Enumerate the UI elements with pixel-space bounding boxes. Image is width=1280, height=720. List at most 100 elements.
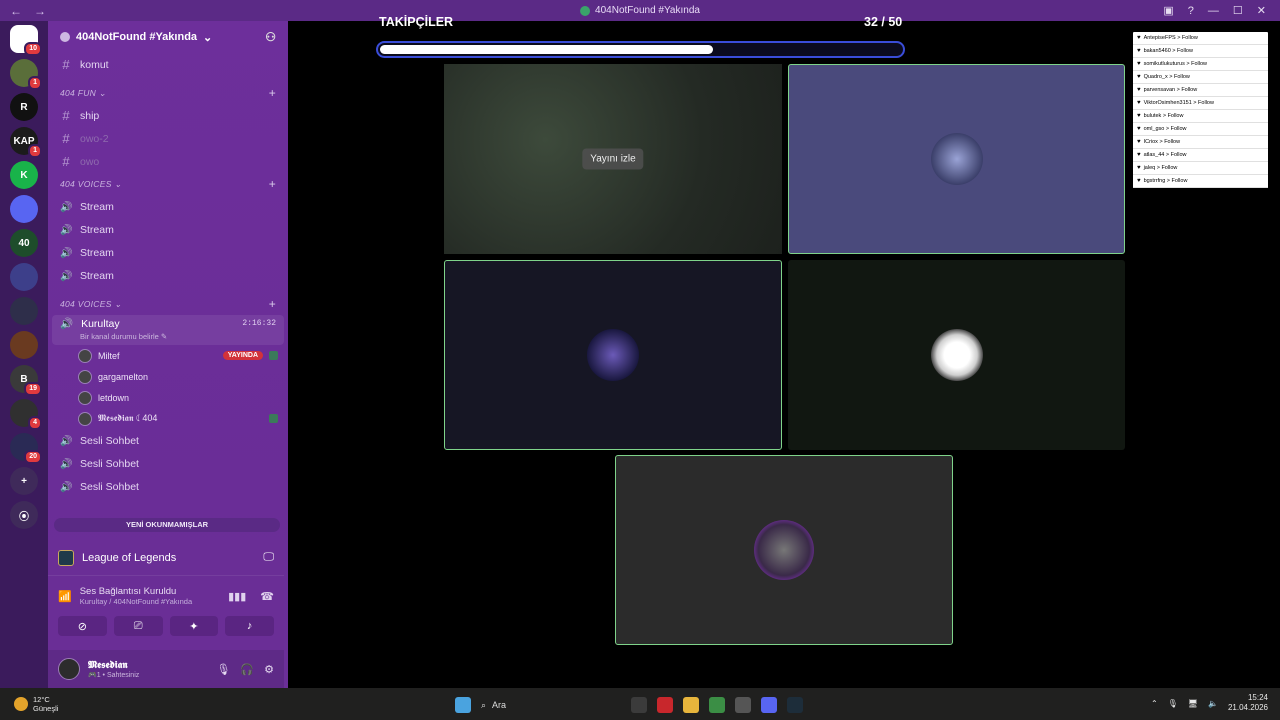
sun-icon	[14, 697, 28, 711]
server-icon[interactable]: KAP 1	[10, 127, 42, 158]
title-bar: ← → 404NotFound #Yakında ▣ ? — ☐ ✕	[0, 0, 1280, 21]
app-icon[interactable]	[735, 697, 751, 713]
voice-channel[interactable]: 🔊 Sesli Sohbet	[48, 452, 288, 475]
member-name: letdown	[98, 392, 130, 403]
add-channel-icon[interactable]: +	[269, 177, 276, 191]
server-icon[interactable]: K	[10, 161, 38, 189]
windows-start-icon[interactable]	[455, 697, 471, 713]
maximize-button[interactable]: ☐	[1233, 4, 1243, 17]
voice-channel-kurultay[interactable]: 🔊 Kurultay 2:16:32 Bir kanal durumu belirl…	[52, 315, 284, 345]
invite-people-icon[interactable]: ⚇	[265, 30, 276, 44]
back-arrow-icon[interactable]: ←	[10, 4, 22, 18]
server-icon[interactable]: 1	[10, 59, 42, 90]
server-icon[interactable]: 10	[10, 25, 42, 56]
inbox-icon[interactable]: ▣	[1163, 4, 1173, 17]
new-unread-button[interactable]: YENİ OKUNMAMIŞLAR	[54, 518, 280, 532]
connection-subtitle[interactable]: Kurultay / 404NotFound #Yakında	[80, 597, 192, 606]
participant-tile[interactable]	[788, 64, 1125, 254]
voice-member[interactable]: letdown	[48, 387, 288, 408]
voice-member[interactable]: Miltef YAYINDA	[48, 345, 288, 366]
participant-tile[interactable]	[788, 260, 1125, 450]
channel-label: owo-2	[80, 132, 109, 145]
microphone-icon[interactable]: 🎙	[216, 663, 230, 676]
server-icon[interactable]	[10, 297, 38, 325]
text-channel[interactable]: # ship	[48, 104, 288, 127]
speaker-icon: 🔊	[60, 435, 73, 447]
add-channel-icon[interactable]: +	[269, 86, 276, 100]
voice-channel[interactable]: 🔊 Stream	[48, 195, 288, 218]
network-icon[interactable]: 🖥	[1188, 699, 1198, 708]
server-icon[interactable]: B 19	[10, 365, 42, 396]
forward-arrow-icon[interactable]: →	[34, 4, 46, 18]
hash-icon: #	[62, 154, 70, 169]
voice-channel[interactable]: 🔊 Sesli Sohbet	[48, 475, 288, 498]
voice-member[interactable]: 𝕸𝖊𝖘𝖊𝖉𝖎𝖆𝖓 ☾404	[48, 408, 288, 429]
volume-icon[interactable]: 🔈	[1208, 699, 1218, 708]
add-channel-icon[interactable]: +	[269, 297, 276, 311]
category-404-voices-2[interactable]: 404 VOICES ⌄ +	[48, 293, 288, 315]
server-icon[interactable]: +	[10, 467, 38, 495]
server-icon[interactable]	[10, 331, 38, 359]
voice-channel[interactable]: 🔊 Sesli Sohbet	[48, 429, 288, 452]
server-icon[interactable]	[10, 263, 38, 291]
discord-icon[interactable]	[761, 697, 777, 713]
activity-screen-icon[interactable]: 🖵	[263, 551, 274, 564]
voice-member[interactable]: gargamelton	[48, 366, 288, 387]
microphone-icon[interactable]: 🎙	[1168, 699, 1178, 708]
disconnect-icon[interactable]: ☎	[260, 590, 274, 603]
server-icon[interactable]: ⦿	[10, 501, 38, 529]
guild-header[interactable]: 404NotFound #Yakında ⌄ ⚇	[48, 21, 288, 53]
server-icon[interactable]: 40	[10, 229, 38, 257]
participant-tile[interactable]	[615, 455, 953, 645]
noise-suppression-icon[interactable]: ▮▮▮	[228, 590, 246, 603]
user-bar: 𝕸𝖊𝖘𝖊𝖉𝖎𝖆𝖓 🎮1 • Sahtesiniz 🎙 🎧 ⚙	[48, 650, 284, 688]
stream-tile[interactable]: Yayını izle	[444, 64, 782, 254]
weather-widget[interactable]: 12°C Güneşli	[0, 695, 58, 713]
soundboard-button[interactable]: ♪	[225, 616, 274, 636]
hash-icon: #	[62, 57, 70, 72]
speaker-icon: 🔊	[60, 224, 73, 236]
follow-text: bulutek > Follow	[1143, 113, 1184, 119]
avatar[interactable]	[58, 658, 80, 680]
screen-share-button[interactable]: ⎚	[113, 616, 163, 636]
channel-komut[interactable]: # komut	[48, 53, 288, 76]
voice-channel[interactable]: 🔊 Stream	[48, 218, 288, 241]
camera-off-button[interactable]: ⊘	[58, 616, 107, 636]
task-view-icon[interactable]	[631, 697, 647, 713]
league-icon[interactable]	[787, 697, 803, 713]
server-icon[interactable]: R	[10, 93, 38, 121]
search-box[interactable]: ⌕ Ara	[481, 696, 621, 714]
headphones-icon[interactable]: 🎧	[240, 663, 254, 676]
text-channel[interactable]: # owo	[48, 150, 288, 173]
chevron-up-icon[interactable]: ⌃	[1151, 699, 1158, 708]
voice-channel[interactable]: 🔊 Stream	[48, 264, 288, 287]
hash-icon: #	[62, 108, 70, 123]
avatar	[930, 133, 983, 185]
minimize-button[interactable]: —	[1208, 5, 1219, 17]
channel-status[interactable]: Bir kanal durumu belirle ✎	[60, 332, 276, 341]
category-404-voices[interactable]: 404 VOICES ⌄ +	[48, 173, 288, 195]
activities-button[interactable]: ✦	[169, 616, 219, 636]
server-icon[interactable]: 20	[10, 433, 42, 464]
heart-icon: ♥	[1137, 87, 1141, 93]
follow-text: Quadro_x > Follow	[1143, 74, 1190, 80]
help-icon[interactable]: ?	[1188, 5, 1194, 17]
category-404-fun[interactable]: 404 FUN ⌄ +	[48, 82, 288, 104]
watch-stream-button[interactable]: Yayını izle	[582, 148, 644, 170]
mention-badge: 1	[28, 76, 42, 90]
gear-icon[interactable]: ⚙	[264, 663, 274, 676]
activity-row[interactable]: League of Legends 🖵	[48, 540, 284, 576]
search-icon: ⌕	[481, 699, 487, 710]
mention-badge: 4	[28, 416, 42, 430]
chrome-icon[interactable]	[709, 697, 725, 713]
speaker-icon: 🔊	[60, 247, 73, 259]
app-icon[interactable]	[657, 697, 673, 713]
text-channel[interactable]: # owo-2	[48, 127, 288, 150]
voice-channel[interactable]: 🔊 Stream	[48, 241, 288, 264]
server-icon[interactable]: 4	[10, 399, 42, 430]
server-icon[interactable]	[10, 195, 38, 223]
participant-tile[interactable]	[444, 260, 782, 450]
file-explorer-icon[interactable]	[683, 697, 699, 713]
close-button[interactable]: ✕	[1257, 4, 1266, 17]
clock[interactable]: 15:24 21.04.2026	[1228, 693, 1268, 713]
